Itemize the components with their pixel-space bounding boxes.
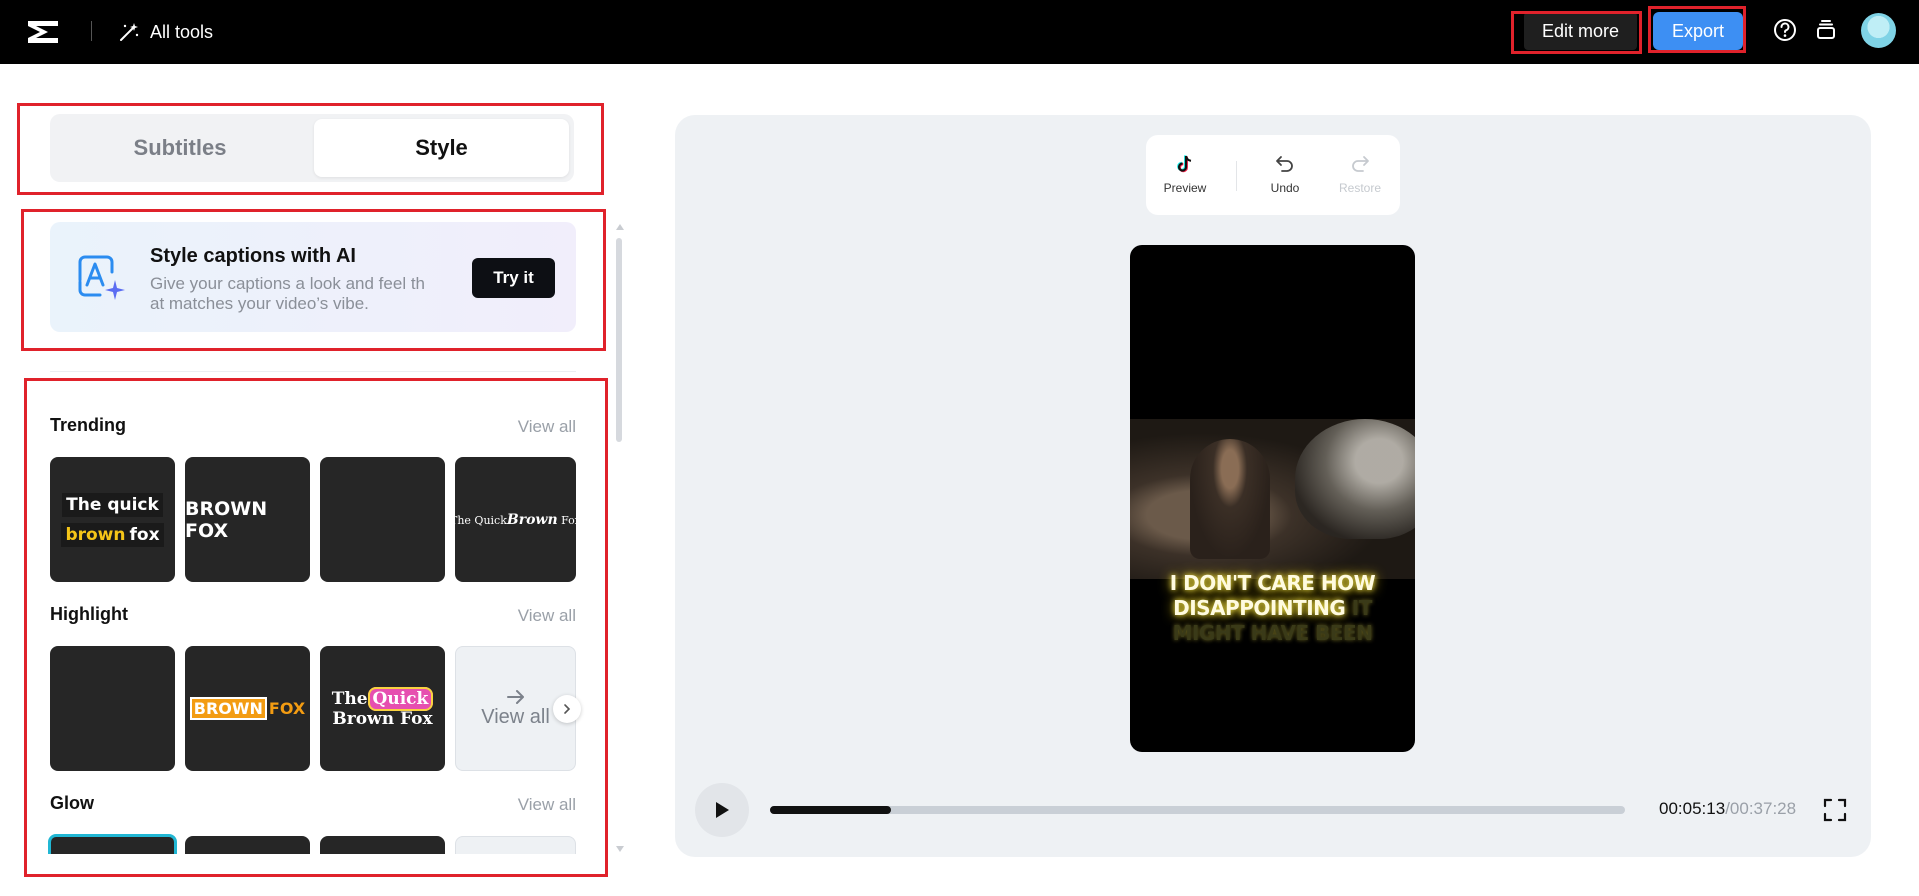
total-time: /00:37:28	[1725, 799, 1797, 818]
export-button[interactable]: Export	[1653, 12, 1743, 50]
tile-text: fox	[127, 522, 164, 547]
undo-icon	[1276, 156, 1293, 172]
tab-style[interactable]: Style	[314, 119, 569, 177]
ai-card-description-line2: at matches your video’s vibe.	[150, 294, 369, 313]
play-button[interactable]	[695, 783, 749, 837]
tiktok-icon	[1177, 155, 1192, 173]
top-divider	[91, 21, 92, 41]
redo-icon	[1352, 156, 1369, 172]
style-tile-highlight-1[interactable]	[50, 646, 175, 771]
playback-time: 00:05:13/00:37:28	[1659, 799, 1796, 819]
carousel-next-button[interactable]	[553, 695, 581, 723]
preview-button[interactable]: Preview	[1155, 153, 1215, 195]
style-tile-trending-3[interactable]	[320, 457, 445, 582]
section-divider	[50, 371, 576, 372]
section-title-highlight: Highlight	[50, 604, 128, 624]
video-lamp	[1295, 419, 1415, 539]
caption-line-2-inactive: IT	[1351, 596, 1373, 620]
subtitle-style-tabs: Subtitles Style	[50, 114, 574, 182]
undo-label: Undo	[1270, 181, 1300, 195]
toolbar-divider	[1236, 161, 1237, 191]
view-all-glow[interactable]: View all	[518, 795, 576, 815]
view-all-trending[interactable]: View all	[518, 417, 576, 437]
view-all-highlight[interactable]: View all	[518, 606, 576, 626]
arrow-right-icon	[506, 690, 524, 704]
ai-style-card: Style captions with AI Give your caption…	[50, 222, 576, 332]
all-tools-button[interactable]: All tools	[118, 17, 213, 47]
tile-text: Fox	[561, 513, 576, 527]
tab-subtitles[interactable]: Subtitles	[55, 119, 305, 177]
tile-text: The Quick	[455, 513, 507, 527]
restore-button[interactable]: Restore	[1330, 153, 1390, 195]
help-icon[interactable]	[1772, 17, 1798, 43]
style-tile-trending-2[interactable]: BROWN FOX	[185, 457, 310, 582]
preview-toolbar: Preview Undo Restore	[1146, 135, 1400, 215]
capcut-logo-icon[interactable]	[26, 17, 60, 47]
play-icon	[716, 802, 729, 818]
magic-wand-icon	[120, 23, 139, 41]
playback-progress-bar[interactable]	[770, 806, 1625, 814]
preview-label: Preview	[1163, 181, 1207, 195]
ai-card-description: Give your captions a look and feel th at…	[150, 274, 440, 314]
tile-text: FOX	[268, 699, 306, 718]
style-tile-glow-3[interactable]	[320, 836, 445, 854]
video-preview[interactable]: I DON'T CARE HOW DISAPPOINTING IT MIGHT …	[1130, 245, 1415, 752]
section-title-trending: Trending	[50, 415, 126, 435]
current-time: 00:05:13	[1659, 799, 1726, 818]
video-frame	[1130, 419, 1415, 579]
tile-text: brown	[61, 522, 128, 547]
view-all-tile-label: View all	[481, 706, 550, 728]
tile-text: The	[331, 688, 368, 709]
style-tile-glow-1[interactable]	[48, 834, 177, 854]
style-tile-glow-4[interactable]	[455, 836, 576, 854]
style-tile-highlight-3[interactable]: The Quick Brown Fox	[320, 646, 445, 771]
section-title-glow: Glow	[50, 793, 94, 813]
try-it-button[interactable]: Try it	[472, 258, 555, 298]
style-tile-trending-1[interactable]: The quick brown fox	[50, 457, 175, 582]
tile-text: The quick	[62, 492, 163, 517]
fullscreen-icon[interactable]	[1822, 797, 1848, 823]
layers-icon[interactable]	[1813, 17, 1839, 43]
ai-card-description-line1: Give your captions a look and feel th	[150, 274, 425, 293]
all-tools-label: All tools	[150, 21, 214, 42]
tile-text: BROWN	[189, 697, 267, 720]
caption-line-3: MIGHT HAVE BEEN	[1172, 621, 1373, 645]
caption-line-2-active: DISAPPOINTING	[1173, 596, 1346, 620]
scroll-up-arrow[interactable]	[616, 224, 624, 230]
ai-card-title: Style captions with AI	[150, 245, 356, 267]
playback-progress-fill	[770, 806, 892, 814]
style-tile-highlight-2[interactable]: BROWN FOX	[185, 646, 310, 771]
restore-label: Restore	[1338, 181, 1382, 195]
chevron-right-icon	[564, 704, 571, 714]
style-tile-trending-4[interactable]: The QuickBrown Fox	[455, 457, 576, 582]
undo-button[interactable]: Undo	[1255, 153, 1315, 195]
edit-more-button[interactable]: Edit more	[1524, 12, 1637, 50]
style-tile-glow-2[interactable]	[185, 836, 310, 854]
tile-text: Brown Fox	[332, 708, 433, 729]
ai-caption-icon	[78, 255, 125, 300]
top-bar: All tools Edit more Export	[0, 0, 1919, 64]
tile-text: Brown	[506, 511, 558, 528]
tile-text: Quick	[367, 686, 434, 711]
scroll-down-arrow[interactable]	[616, 846, 624, 852]
avatar[interactable]	[1861, 13, 1896, 48]
tile-text: BROWN FOX	[185, 497, 268, 542]
video-figure	[1190, 439, 1270, 559]
panel-scrollbar-thumb[interactable]	[616, 238, 622, 442]
video-caption: I DON'T CARE HOW DISAPPOINTING IT MIGHT …	[1130, 571, 1415, 646]
caption-line-1: I DON'T CARE HOW	[1169, 571, 1376, 595]
